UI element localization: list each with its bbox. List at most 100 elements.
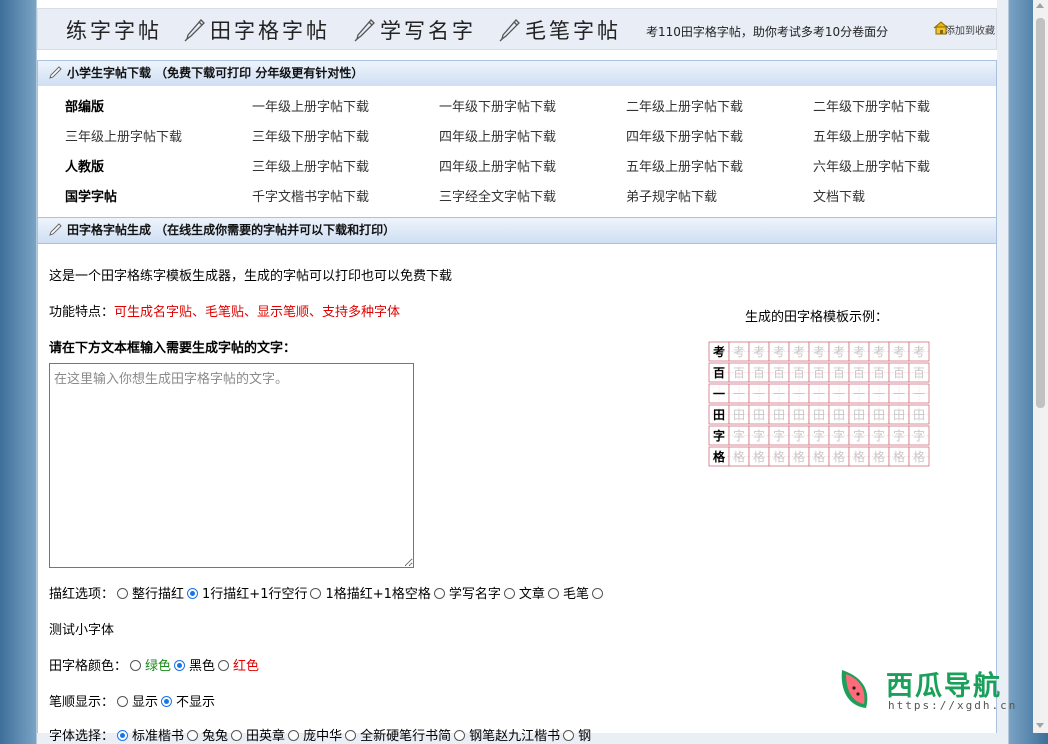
features-label: 功能特点： — [49, 305, 115, 320]
font-select-radio[interactable] — [117, 730, 129, 741]
trace-radio[interactable] — [117, 588, 129, 599]
trace-option-label[interactable]: 整行描红 — [132, 587, 184, 602]
nav-link-tianzige[interactable]: 田字格字帖 — [184, 15, 330, 45]
download-link[interactable]: 四年级上册字帖下载 — [439, 126, 556, 145]
stroke-order-radio[interactable] — [161, 696, 173, 707]
trace-option-label[interactable]: 学写名字 — [449, 587, 501, 602]
grid-color-radio[interactable] — [218, 660, 230, 671]
watermelon-logo-icon — [841, 670, 868, 708]
sample-char-trace: 百 — [733, 366, 745, 380]
scrollbar-thumb[interactable] — [1036, 18, 1045, 408]
font-select-option-label[interactable]: 标准楷书 — [132, 729, 184, 744]
sample-caption: 生成的田字格模板示例： — [745, 310, 889, 325]
font-select-option-label[interactable]: 庞中华 — [303, 729, 342, 744]
download-link[interactable]: 二年级上册字帖下载 — [626, 96, 743, 115]
font-select-option-label[interactable]: 钢 — [578, 729, 591, 744]
sample-char-trace: 格 — [873, 449, 885, 464]
nav-link-label: 毛笔字帖 — [525, 19, 621, 43]
pen-icon — [354, 19, 375, 42]
trace-option-label[interactable]: 1行描红+1行空行 — [202, 587, 307, 602]
vertical-scrollbar[interactable] — [1033, 0, 1048, 733]
download-link[interactable]: 四年级下册字帖下载 — [626, 126, 743, 145]
features-value: 可生成名字贴、毛笔贴、显示笔顺、支持多种字体 — [114, 305, 401, 320]
download-link[interactable]: 三年级上册字帖下载 — [65, 126, 182, 145]
sample-char-trace: 字 — [833, 428, 845, 443]
stroke-order-radio[interactable] — [117, 696, 129, 707]
font-select-radio[interactable] — [187, 730, 199, 741]
sample-char-trace: 田 — [793, 408, 805, 422]
input-label: 请在下方文本框输入需要生成字帖的文字： — [49, 341, 297, 356]
download-link[interactable]: 一年级下册字帖下载 — [439, 96, 556, 115]
download-link[interactable]: 四年级上册字帖下载 — [439, 156, 556, 175]
stroke-order-option-label[interactable]: 显示 — [132, 695, 158, 710]
sample-char-trace: 田 — [773, 408, 785, 422]
download-link[interactable]: 千字文楷书字帖下载 — [252, 186, 369, 205]
font-select-option-label[interactable]: 全新硬笔行书简 — [360, 729, 451, 744]
nav-link-name[interactable]: 学写名字 — [354, 15, 476, 45]
font-select-option-label[interactable]: 钢笔赵九江楷书 — [469, 729, 560, 744]
grid-color-option-label[interactable]: 黑色 — [189, 659, 215, 674]
grid-color-radio[interactable] — [174, 660, 186, 671]
download-link[interactable]: 二年级下册字帖下载 — [813, 96, 930, 115]
sample-char-trace: 田 — [873, 408, 885, 422]
sample-char-trace: 一 — [893, 387, 905, 401]
trace-radio[interactable] — [310, 588, 322, 599]
trace-option-label[interactable]: 1格描红+1格空格 — [325, 587, 430, 602]
trace-radio[interactable] — [187, 588, 199, 599]
download-panel-header: 小学生字帖下载 （免费下载可打印 分年级更有针对性） — [37, 60, 997, 87]
download-link[interactable]: 文档下载 — [813, 186, 865, 205]
trace-radio[interactable] — [433, 588, 445, 599]
scroll-up-icon[interactable] — [1036, 3, 1044, 8]
grid-color-label: 田字格颜色： — [49, 659, 128, 674]
sample-char-trace: 百 — [813, 366, 825, 380]
features-line: 功能特点：可生成名字贴、毛笔贴、显示笔顺、支持多种字体 — [49, 301, 400, 320]
download-link[interactable]: 一年级上册字帖下载 — [252, 96, 369, 115]
font-select-radio[interactable] — [345, 730, 357, 741]
sample-char-trace: 字 — [753, 428, 765, 443]
text-input[interactable] — [49, 363, 414, 568]
nav-link-label: 学写名字 — [380, 19, 476, 43]
sample-char-trace: 田 — [853, 408, 865, 422]
trace-radio[interactable] — [503, 588, 515, 599]
scroll-down-icon[interactable] — [1036, 723, 1044, 728]
download-link[interactable]: 三字经全文字帖下载 — [439, 186, 556, 205]
grid-color-option-label[interactable]: 红色 — [233, 659, 259, 674]
download-link[interactable]: 三年级上册字帖下载 — [252, 156, 369, 175]
stroke-order-option-label[interactable]: 不显示 — [176, 695, 215, 710]
font-select-radio[interactable] — [231, 730, 243, 741]
sample-char-trace: 田 — [833, 408, 845, 422]
sample-char-trace: 考 — [733, 345, 745, 359]
grid-color-option-label[interactable]: 绿色 — [145, 659, 171, 674]
slogan-text: 考110田字格字帖，助你考试多考10分卷面分 — [646, 25, 889, 39]
nav-link-label: 田字格字帖 — [210, 19, 330, 43]
add-favorite-link[interactable]: 添加到收藏 — [933, 21, 995, 37]
nav-link-practice[interactable]: 练字字帖 — [66, 15, 162, 45]
sample-char: 格 — [713, 449, 726, 464]
sample-char-trace: 百 — [873, 366, 885, 380]
sample-char-trace: 格 — [773, 449, 785, 464]
download-link[interactable]: 五年级上册字帖下载 — [813, 126, 930, 145]
trace-option-label[interactable]: 毛笔 — [563, 587, 589, 602]
sample-char-trace: 百 — [893, 366, 905, 380]
font-select-radio[interactable] — [563, 730, 575, 741]
nav-link-brush[interactable]: 毛笔字帖 — [499, 15, 621, 45]
sample-char-trace: 一 — [813, 387, 825, 401]
font-select-option-label[interactable]: 田英章 — [246, 729, 285, 744]
pen-icon — [499, 19, 520, 42]
grid-color-radio[interactable] — [130, 660, 142, 671]
download-link[interactable]: 五年级上册字帖下载 — [626, 156, 743, 175]
font-select-radio[interactable] — [454, 730, 466, 741]
download-link[interactable]: 弟子规字帖下载 — [626, 186, 717, 205]
download-link[interactable]: 三年级下册字帖下载 — [252, 126, 369, 145]
generator-panel-body: 这是一个田字格练字模板生成器，生成的字帖可以打印也可以免费下载 功能特点：可生成… — [37, 244, 997, 744]
sample-char-trace: 田 — [813, 408, 825, 422]
trace-radio[interactable] — [591, 588, 603, 599]
sample-char-trace: 格 — [833, 449, 845, 464]
category-label: 人教版 — [65, 160, 105, 175]
trace-radio[interactable] — [547, 588, 559, 599]
sample-char-trace: 田 — [733, 408, 745, 422]
font-select-option-label[interactable]: 兔兔 — [202, 729, 228, 744]
font-select-radio[interactable] — [288, 730, 300, 741]
trace-option-label[interactable]: 文章 — [519, 587, 545, 602]
download-link[interactable]: 六年级上册字帖下载 — [813, 156, 930, 175]
